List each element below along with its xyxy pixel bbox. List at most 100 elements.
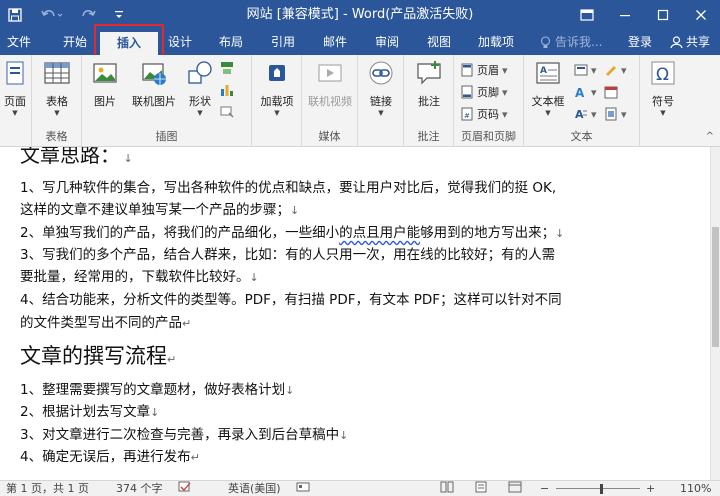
picture-button[interactable]: 图片 bbox=[87, 59, 123, 109]
minimize-icon[interactable] bbox=[606, 0, 644, 30]
table-button[interactable]: 表格 ▼ bbox=[37, 59, 77, 117]
login-button[interactable]: 登录 bbox=[628, 30, 652, 55]
caret-icon: ▾ bbox=[621, 107, 627, 121]
page-number-label: 页码 bbox=[477, 108, 499, 121]
word-count[interactable]: 374 个字 bbox=[116, 481, 163, 496]
group-header-footer: 页眉 ▾ 页脚 ▾ # 页码 ▾ 页眉和页脚 bbox=[454, 55, 524, 147]
zoom-level[interactable]: 110% bbox=[680, 481, 711, 496]
page-icon bbox=[6, 61, 24, 85]
paragraph-text: 4、确定无误后，再进行发布 bbox=[20, 449, 191, 465]
zoom-out-icon[interactable]: − bbox=[540, 481, 549, 496]
page-number-button[interactable]: # 页码 ▾ bbox=[460, 105, 508, 123]
print-layout-icon[interactable] bbox=[474, 481, 488, 496]
tell-me-box[interactable]: 告诉我... bbox=[540, 30, 602, 55]
tell-me-text: 告诉我... bbox=[555, 35, 603, 49]
save-icon[interactable] bbox=[0, 0, 30, 30]
signature-line-button[interactable]: ▾ bbox=[604, 61, 627, 79]
group-links: 链接 ▼ bbox=[358, 55, 404, 147]
document-canvas[interactable]: 文章思路： ↓ 1、写几种软件的集合，写出各种软件的优点和缺点，要让用户对比后，… bbox=[0, 147, 710, 480]
redo-icon[interactable] bbox=[74, 0, 104, 30]
tab-view[interactable]: 视图 bbox=[418, 30, 460, 55]
close-icon[interactable] bbox=[682, 0, 720, 30]
macro-icon[interactable] bbox=[296, 481, 310, 496]
chart-button[interactable] bbox=[220, 81, 234, 99]
pages-button[interactable]: 页面 ▼ bbox=[0, 59, 30, 117]
quick-parts-button[interactable]: ▾ bbox=[574, 61, 597, 79]
tab-mailings[interactable]: 邮件 bbox=[314, 30, 356, 55]
spelling-error-text[interactable]: 的点且用户能 bbox=[339, 225, 420, 241]
group-media: 联机视频 媒体 bbox=[302, 55, 358, 147]
paragraph-mark: ↓ bbox=[249, 271, 259, 284]
zoom-slider-track[interactable] bbox=[556, 488, 640, 489]
tab-design[interactable]: 设计 bbox=[160, 30, 200, 55]
symbol-button[interactable]: Ω 符号 ▼ bbox=[644, 59, 682, 117]
zoom-in-icon[interactable]: + bbox=[646, 481, 655, 496]
zoom-slider-thumb[interactable] bbox=[600, 484, 603, 494]
online-video-button[interactable]: 联机视频 bbox=[304, 59, 356, 109]
paragraph-mark: ↓ bbox=[555, 227, 565, 240]
header-button[interactable]: 页眉 ▾ bbox=[460, 61, 508, 79]
smartart-button[interactable] bbox=[220, 59, 234, 77]
caret-icon: ▾ bbox=[591, 85, 597, 99]
online-picture-button[interactable]: 联机图片 bbox=[125, 59, 183, 109]
title-bar: 网站 [兼容模式] - Word(产品激活失败) bbox=[0, 0, 720, 30]
paragraph-text: 2、根据计划去写文章 bbox=[20, 404, 151, 420]
footer-label: 页脚 bbox=[477, 86, 499, 99]
link-button[interactable]: 链接 ▼ bbox=[362, 59, 400, 117]
shapes-button[interactable]: 形状 ▼ bbox=[183, 59, 217, 117]
textbox-button[interactable]: A 文本框 ▼ bbox=[526, 59, 570, 117]
paragraph-text: 要批量，经常用的，下载软件比较好。 bbox=[20, 269, 250, 285]
online-picture-label: 联机图片 bbox=[132, 95, 176, 108]
window-title: 网站 [兼容模式] - Word(产品激活失败) bbox=[246, 7, 474, 22]
ribbon-display-icon[interactable] bbox=[568, 0, 606, 30]
quick-access-toolbar bbox=[0, 0, 134, 30]
heading-article-ideas: 文章思路： ↓ bbox=[20, 147, 133, 173]
addins-button[interactable]: 加载项 ▼ bbox=[257, 59, 297, 117]
screenshot-icon bbox=[220, 106, 234, 118]
header-icon bbox=[461, 63, 473, 77]
tab-file[interactable]: 文件 bbox=[0, 30, 38, 55]
object-button[interactable]: ▾ bbox=[604, 105, 627, 123]
tab-layout[interactable]: 布局 bbox=[210, 30, 252, 55]
read-mode-icon[interactable] bbox=[440, 481, 454, 496]
page-count[interactable]: 第 1 页，共 1 页 bbox=[6, 481, 89, 496]
customize-qat-icon[interactable] bbox=[104, 0, 134, 30]
paragraph-4b: 的文件类型写出不同的产品↵ bbox=[20, 312, 191, 335]
dropcap-button[interactable]: A ▾ bbox=[574, 105, 597, 123]
link-label: 链接 bbox=[370, 95, 392, 108]
web-layout-icon[interactable] bbox=[508, 481, 522, 496]
screenshot-button[interactable] bbox=[220, 103, 234, 121]
collapse-ribbon-icon[interactable]: ^ bbox=[706, 131, 714, 142]
step-4: 4、确定无误后，再进行发布↵ bbox=[20, 446, 200, 469]
group-label-comments: 批注 bbox=[417, 130, 440, 143]
share-label: 共享 bbox=[686, 35, 711, 49]
caret-icon: ▾ bbox=[502, 85, 508, 99]
maximize-icon[interactable] bbox=[644, 0, 682, 30]
tab-home[interactable]: 开始 bbox=[52, 30, 98, 55]
paragraph-mark: ↓ bbox=[120, 152, 133, 165]
heading-text: 文章的撰写流程 bbox=[20, 344, 167, 368]
undo-icon[interactable] bbox=[30, 0, 74, 30]
svg-text:A: A bbox=[575, 108, 584, 121]
share-button[interactable]: 共享 bbox=[666, 31, 714, 54]
paragraph-mark: ↓ bbox=[339, 429, 349, 442]
wordart-button[interactable]: A ▾ bbox=[574, 83, 597, 101]
footer-button[interactable]: 页脚 ▾ bbox=[460, 83, 508, 101]
tab-references[interactable]: 引用 bbox=[262, 30, 304, 55]
vertical-scrollbar[interactable] bbox=[710, 147, 720, 480]
caret-icon: ▼ bbox=[54, 109, 60, 117]
group-comments: 批注 批注 bbox=[404, 55, 454, 147]
ribbon: 页面 ▼ 表格 ▼ 表格 图片 联机图片 形状 ▼ 插图 加载项 ▼ 联机视频 … bbox=[0, 55, 720, 147]
group-table: 表格 ▼ 表格 bbox=[32, 55, 82, 147]
caret-icon: ▼ bbox=[545, 109, 551, 117]
tab-addins[interactable]: 加载项 bbox=[468, 30, 524, 55]
tab-insert[interactable]: 插入 bbox=[100, 32, 158, 55]
caret-icon: ▼ bbox=[378, 109, 384, 117]
tab-review[interactable]: 审阅 bbox=[366, 30, 408, 55]
step-2: 2、根据计划去写文章↓ bbox=[20, 401, 159, 424]
scroll-thumb[interactable] bbox=[712, 227, 719, 347]
language[interactable]: 英语(美国) bbox=[228, 481, 281, 496]
proofing-icon[interactable] bbox=[178, 481, 192, 496]
comment-button[interactable]: 批注 bbox=[409, 59, 449, 109]
date-time-button[interactable] bbox=[604, 83, 618, 101]
